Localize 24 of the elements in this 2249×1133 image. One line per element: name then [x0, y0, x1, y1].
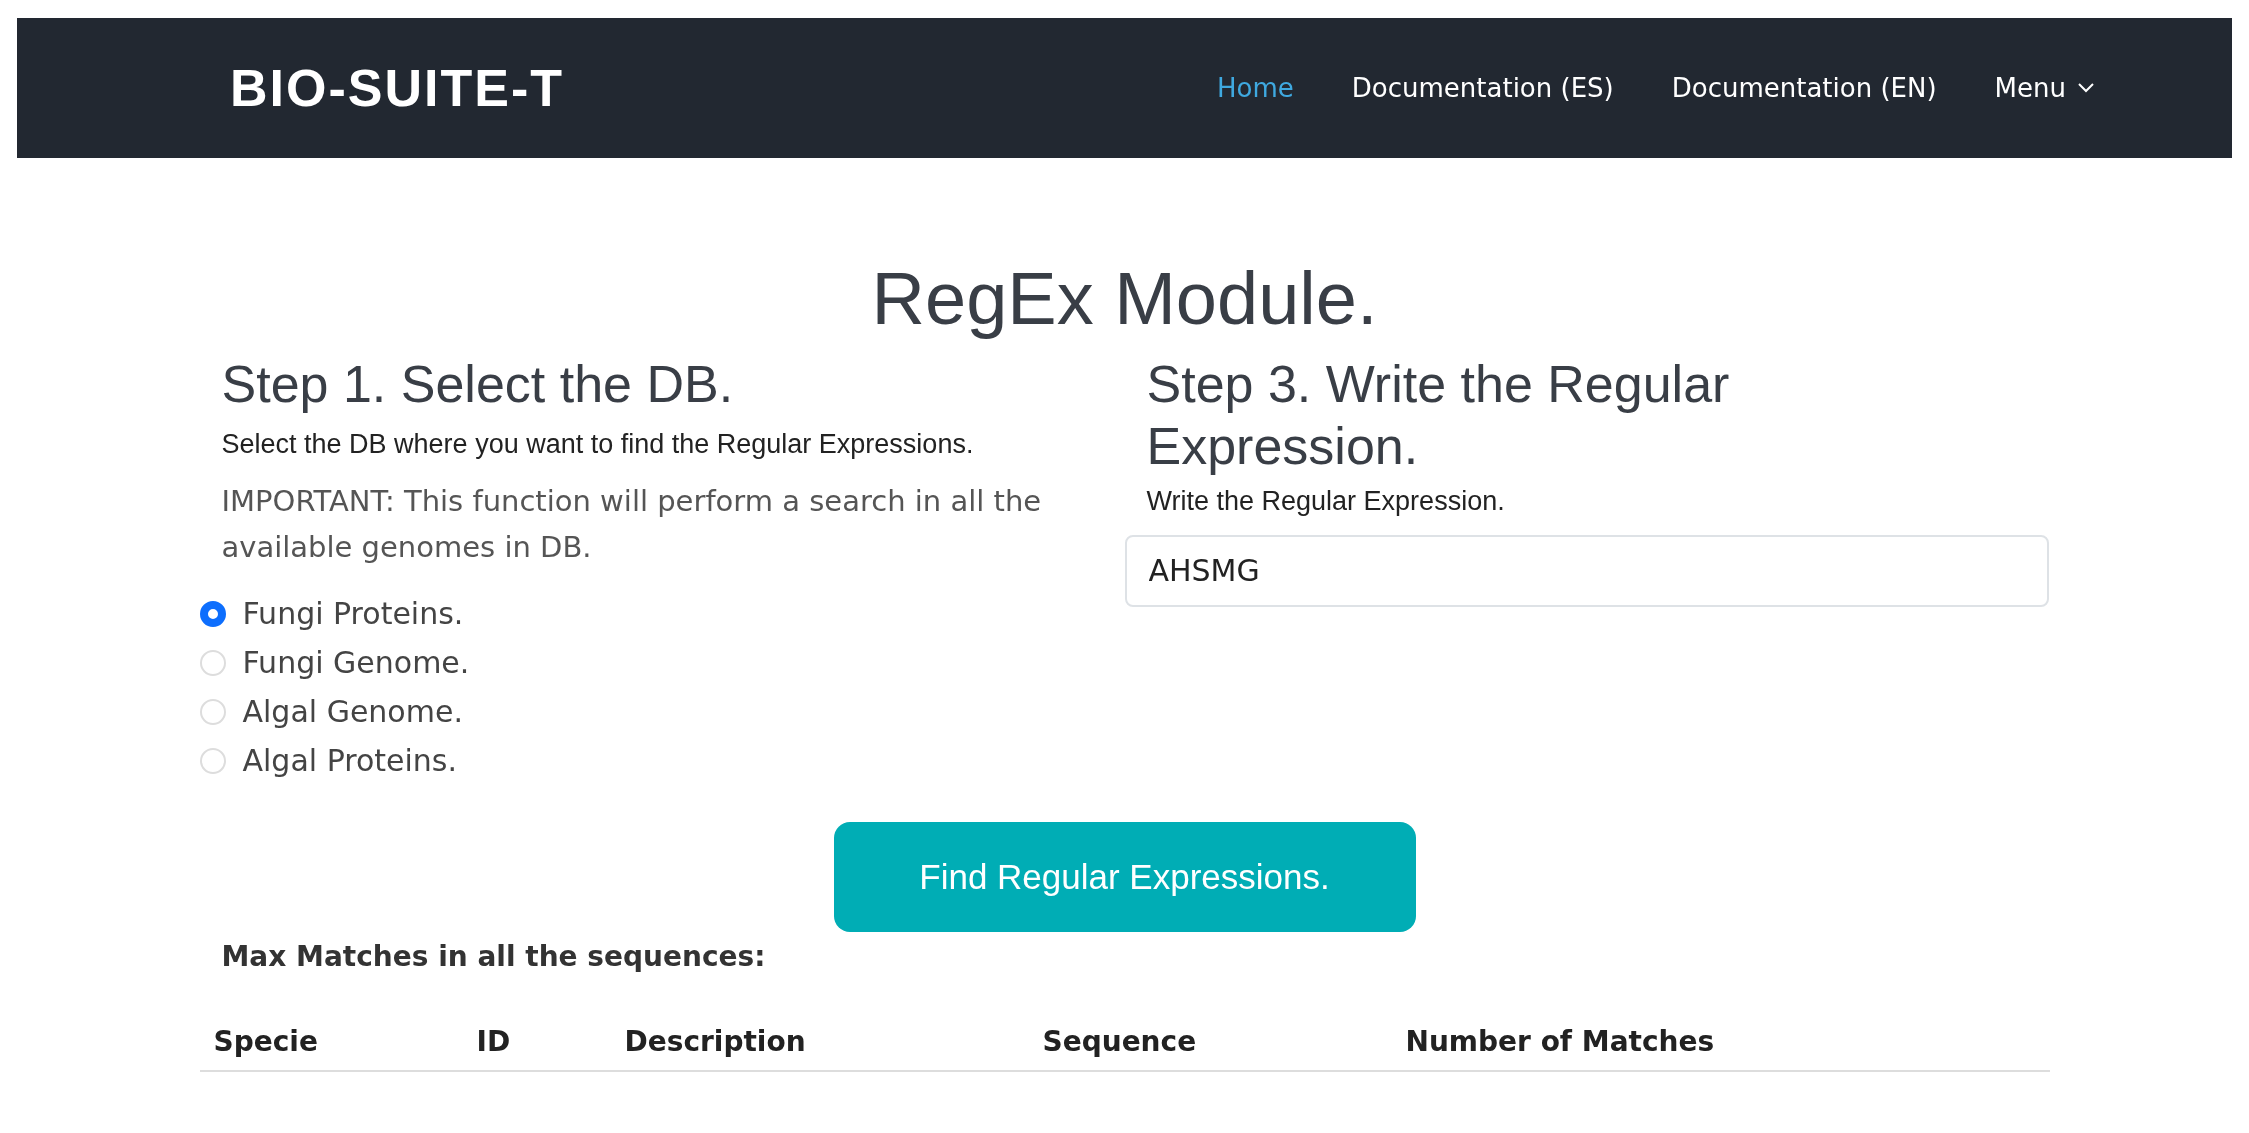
column-header: ID — [462, 1013, 611, 1072]
step-subtitle: Write the Regular Expression. — [1145, 485, 1506, 517]
nav-link[interactable]: Documentation (ES) — [1351, 73, 1614, 103]
results-label: Max Matches in all the sequences: — [221, 940, 767, 974]
nav-link[interactable]: Documentation (EN) — [1671, 73, 1937, 103]
radio-button[interactable] — [199, 600, 226, 627]
step-subtitle: Select the DB where you want to find the Regular Expressions. — [221, 429, 975, 461]
nav-link[interactable]: Home — [1217, 73, 1294, 103]
column-header: Specie — [199, 1013, 463, 1072]
radio-label[interactable]: Algal Proteins. — [242, 743, 457, 779]
step-heading: Step 1. Select the DB. — [221, 354, 735, 415]
nav-link[interactable]: Menu — [1994, 73, 2094, 103]
page-title: RegEx Module. — [870, 256, 1379, 341]
regex-input-field[interactable]: AHSMG — [1124, 534, 2049, 607]
chevron-down-icon — [2078, 83, 2094, 93]
important-note: IMPORTANT: This function will perform a search in all the available genomes in DB. — [221, 483, 1043, 567]
site-logo[interactable]: BIO-SUITE-T — [230, 58, 564, 118]
step-heading: Step 3. Write the Regular Expression. — [1145, 354, 1731, 478]
column-header: Description — [610, 1013, 1029, 1072]
radio-label[interactable]: Fungi Genome. — [242, 645, 470, 681]
radio-label[interactable]: Algal Genome. — [242, 694, 463, 730]
column-header: Sequence — [1028, 1013, 1392, 1072]
column-header: Number of Matches — [1391, 1013, 2050, 1072]
radio-label[interactable]: Fungi Proteins. — [242, 596, 464, 632]
